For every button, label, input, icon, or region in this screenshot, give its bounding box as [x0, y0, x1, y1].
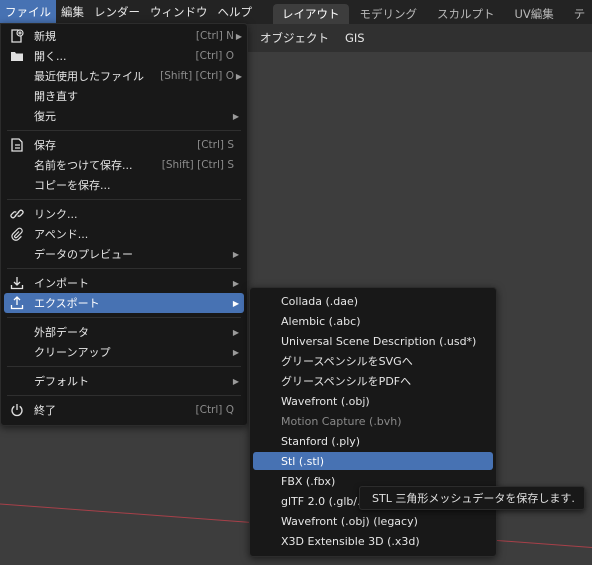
menu-item-revert[interactable]: 開き直す: [4, 86, 244, 106]
chevron-right-icon: ▶: [235, 71, 242, 81]
new-file-icon: [9, 28, 25, 44]
menu-separator: [7, 317, 241, 318]
chevron-right-icon: ▶: [235, 31, 242, 41]
menu-item-external-data[interactable]: 外部データ ▶: [4, 322, 244, 342]
top-bar: ファイル 編集 レンダー ウィンドウ ヘルプ レイアウト モデリング スカルプト…: [0, 0, 592, 24]
menu-window[interactable]: ウィンドウ: [145, 0, 213, 24]
export-item-alembic[interactable]: Alembic (.abc): [253, 312, 493, 330]
tab-layout[interactable]: レイアウト: [273, 4, 349, 24]
menu-item-save[interactable]: 保存 [Ctrl] S: [4, 135, 244, 155]
export-item-x3d[interactable]: X3D Extensible 3D (.x3d): [253, 532, 493, 550]
menu-item-save-copy[interactable]: コピーを保存...: [4, 175, 244, 195]
workspace-tabs: レイアウト モデリング スカルプト UV編集 テ: [273, 0, 592, 24]
tooltip: STL 三角形メッシュデータを保存します.: [359, 486, 585, 510]
chevron-right-icon: ▶: [232, 376, 239, 386]
export-item-obj-legacy[interactable]: Wavefront (.obj) (legacy): [253, 512, 493, 530]
menu-edit[interactable]: 編集: [56, 0, 89, 24]
export-submenu: Collada (.dae) Alembic (.abc) Universal …: [249, 287, 497, 557]
menu-file[interactable]: ファイル: [0, 0, 56, 24]
save-icon: [9, 137, 25, 153]
menu-item-quit[interactable]: 終了 [Ctrl] Q: [4, 400, 244, 420]
export-item-collada[interactable]: Collada (.dae): [253, 292, 493, 310]
power-icon: [9, 402, 25, 418]
export-item-bvh[interactable]: Motion Capture (.bvh): [253, 412, 493, 430]
menu-render[interactable]: レンダー: [89, 0, 145, 24]
menu-separator: [7, 268, 241, 269]
link-icon: [9, 206, 25, 222]
menu-item-append[interactable]: アペンド...: [4, 224, 244, 244]
export-icon: [9, 295, 25, 311]
export-item-wavefront-obj[interactable]: Wavefront (.obj): [253, 392, 493, 410]
menu-item-export[interactable]: エクスポート ▶: [4, 293, 244, 313]
menu-help[interactable]: ヘルプ: [213, 0, 258, 24]
tab-modeling[interactable]: モデリング: [351, 4, 427, 24]
menu-item-defaults[interactable]: デフォルト ▶: [4, 371, 244, 391]
file-menu: 新規 [Ctrl] N ▶ 開く... [Ctrl] O 最近使用したファイル …: [0, 23, 248, 426]
menu-item-link[interactable]: リンク...: [4, 204, 244, 224]
folder-icon: [9, 48, 25, 64]
tab-texture-paint[interactable]: テ: [565, 4, 592, 24]
chevron-right-icon: ▶: [232, 347, 239, 357]
menu-item-open-recent[interactable]: 最近使用したファイル [Shift] [Ctrl] O ▶: [4, 66, 244, 86]
export-item-stl[interactable]: Stl (.stl): [253, 452, 493, 470]
menu-separator: [7, 395, 241, 396]
menu-item-new[interactable]: 新規 [Ctrl] N ▶: [4, 26, 244, 46]
menu-item-open[interactable]: 開く... [Ctrl] O: [4, 46, 244, 66]
chevron-right-icon: ▶: [232, 278, 239, 288]
export-item-usd[interactable]: Universal Scene Description (.usd*): [253, 332, 493, 350]
menu-object[interactable]: オブジェクト: [252, 30, 337, 46]
menu-separator: [7, 366, 241, 367]
menu-item-save-as[interactable]: 名前をつけて保存... [Shift] [Ctrl] S: [4, 155, 244, 175]
export-item-gpencil-svg[interactable]: グリースペンシルをSVGへ: [253, 352, 493, 370]
tab-sculpting[interactable]: スカルプト: [428, 4, 504, 24]
menu-gis[interactable]: GIS: [337, 31, 373, 45]
chevron-right-icon: ▶: [232, 111, 239, 121]
paperclip-icon: [9, 226, 25, 242]
export-item-gpencil-pdf[interactable]: グリースペンシルをPDFへ: [253, 372, 493, 390]
menu-item-data-previews[interactable]: データのプレビュー ▶: [4, 244, 244, 264]
menu-item-recover[interactable]: 復元 ▶: [4, 106, 244, 126]
menu-separator: [7, 199, 241, 200]
chevron-right-icon: ▶: [232, 298, 239, 308]
menu-item-cleanup[interactable]: クリーンアップ ▶: [4, 342, 244, 362]
import-icon: [9, 275, 25, 291]
tab-uv-editing[interactable]: UV編集: [506, 4, 563, 24]
chevron-right-icon: ▶: [232, 249, 239, 259]
menu-item-import[interactable]: インポート ▶: [4, 273, 244, 293]
export-item-ply[interactable]: Stanford (.ply): [253, 432, 493, 450]
chevron-right-icon: ▶: [232, 327, 239, 337]
menu-separator: [7, 130, 241, 131]
